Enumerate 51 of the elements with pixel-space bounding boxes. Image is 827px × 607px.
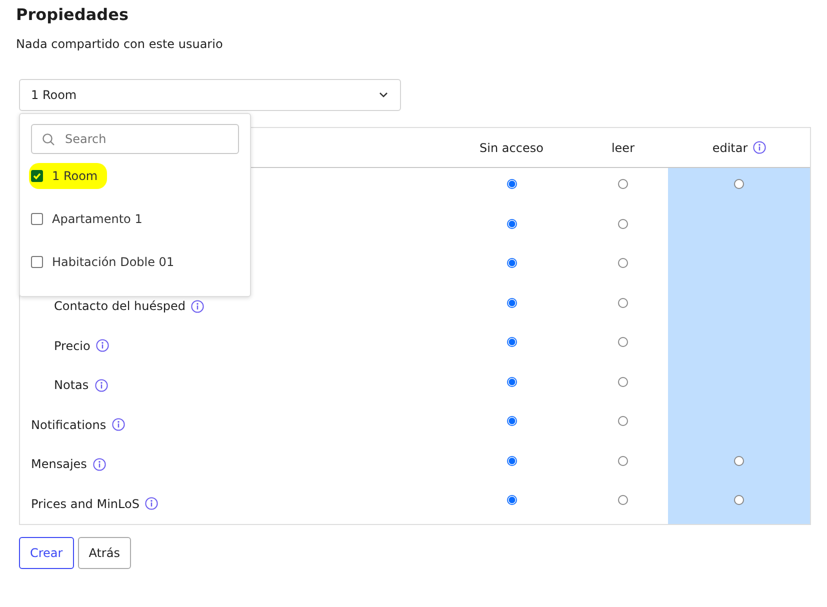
radio-button[interactable] — [506, 495, 516, 506]
action-button[interactable]: Atrás — [78, 536, 131, 568]
radio-button[interactable] — [734, 456, 744, 466]
search-icon — [42, 133, 55, 146]
menu-option[interactable]: Apartamento 1 — [29, 206, 152, 232]
checkbox[interactable] — [31, 212, 43, 224]
permission-label: Notifications — [31, 418, 106, 432]
radio-button[interactable] — [618, 337, 628, 348]
menu-option[interactable]: 1 Room — [29, 162, 107, 188]
radio-button[interactable] — [506, 456, 516, 466]
permission-label: Notas — [54, 378, 89, 392]
radio-button[interactable] — [506, 376, 516, 387]
column-header: editar — [712, 140, 748, 154]
radio-button[interactable] — [734, 179, 744, 190]
page-title: Propiedades — [16, 4, 130, 26]
radio-button[interactable] — [618, 218, 628, 229]
menu-option[interactable]: Habitación Doble 01 — [29, 248, 184, 274]
radio-button[interactable] — [506, 179, 516, 190]
info-icon[interactable] — [145, 497, 158, 510]
radio-button[interactable] — [506, 298, 516, 308]
radio-button[interactable] — [506, 218, 516, 229]
info-icon[interactable] — [191, 300, 204, 313]
radio-button[interactable] — [618, 179, 628, 190]
column-header: Sin acceso — [480, 140, 544, 154]
radio-button[interactable] — [618, 495, 628, 506]
checkbox[interactable] — [31, 170, 43, 182]
info-icon[interactable] — [94, 378, 108, 392]
info-icon[interactable] — [92, 458, 106, 471]
radio-button[interactable] — [618, 258, 628, 268]
radio-button[interactable] — [506, 416, 516, 426]
radio-button[interactable] — [618, 456, 628, 466]
chevron-icon — [379, 92, 388, 98]
radio-button[interactable] — [506, 258, 516, 268]
search-field[interactable]: Search — [31, 124, 239, 154]
column-header: leer — [611, 140, 635, 154]
action-button[interactable]: Crear — [19, 536, 74, 568]
radio-button[interactable] — [734, 495, 744, 506]
permission-label: Precio — [54, 338, 90, 353]
radio-button[interactable] — [618, 416, 628, 426]
permission-label: Contacto del huésped — [54, 299, 186, 314]
permission-label: Mensajes — [31, 457, 87, 472]
info-icon[interactable] — [112, 418, 126, 432]
info-icon[interactable] — [96, 339, 110, 352]
property-select[interactable]: 1 Room — [19, 79, 401, 111]
permission-label: Prices and MinLoS — [31, 496, 140, 511]
radio-button[interactable] — [618, 298, 628, 308]
checkbox[interactable] — [31, 256, 43, 268]
radio-button[interactable] — [618, 376, 628, 387]
radio-button[interactable] — [506, 337, 516, 348]
info-icon[interactable] — [752, 141, 766, 154]
page-subtitle: Nada compartido con este usuario — [16, 36, 224, 52]
